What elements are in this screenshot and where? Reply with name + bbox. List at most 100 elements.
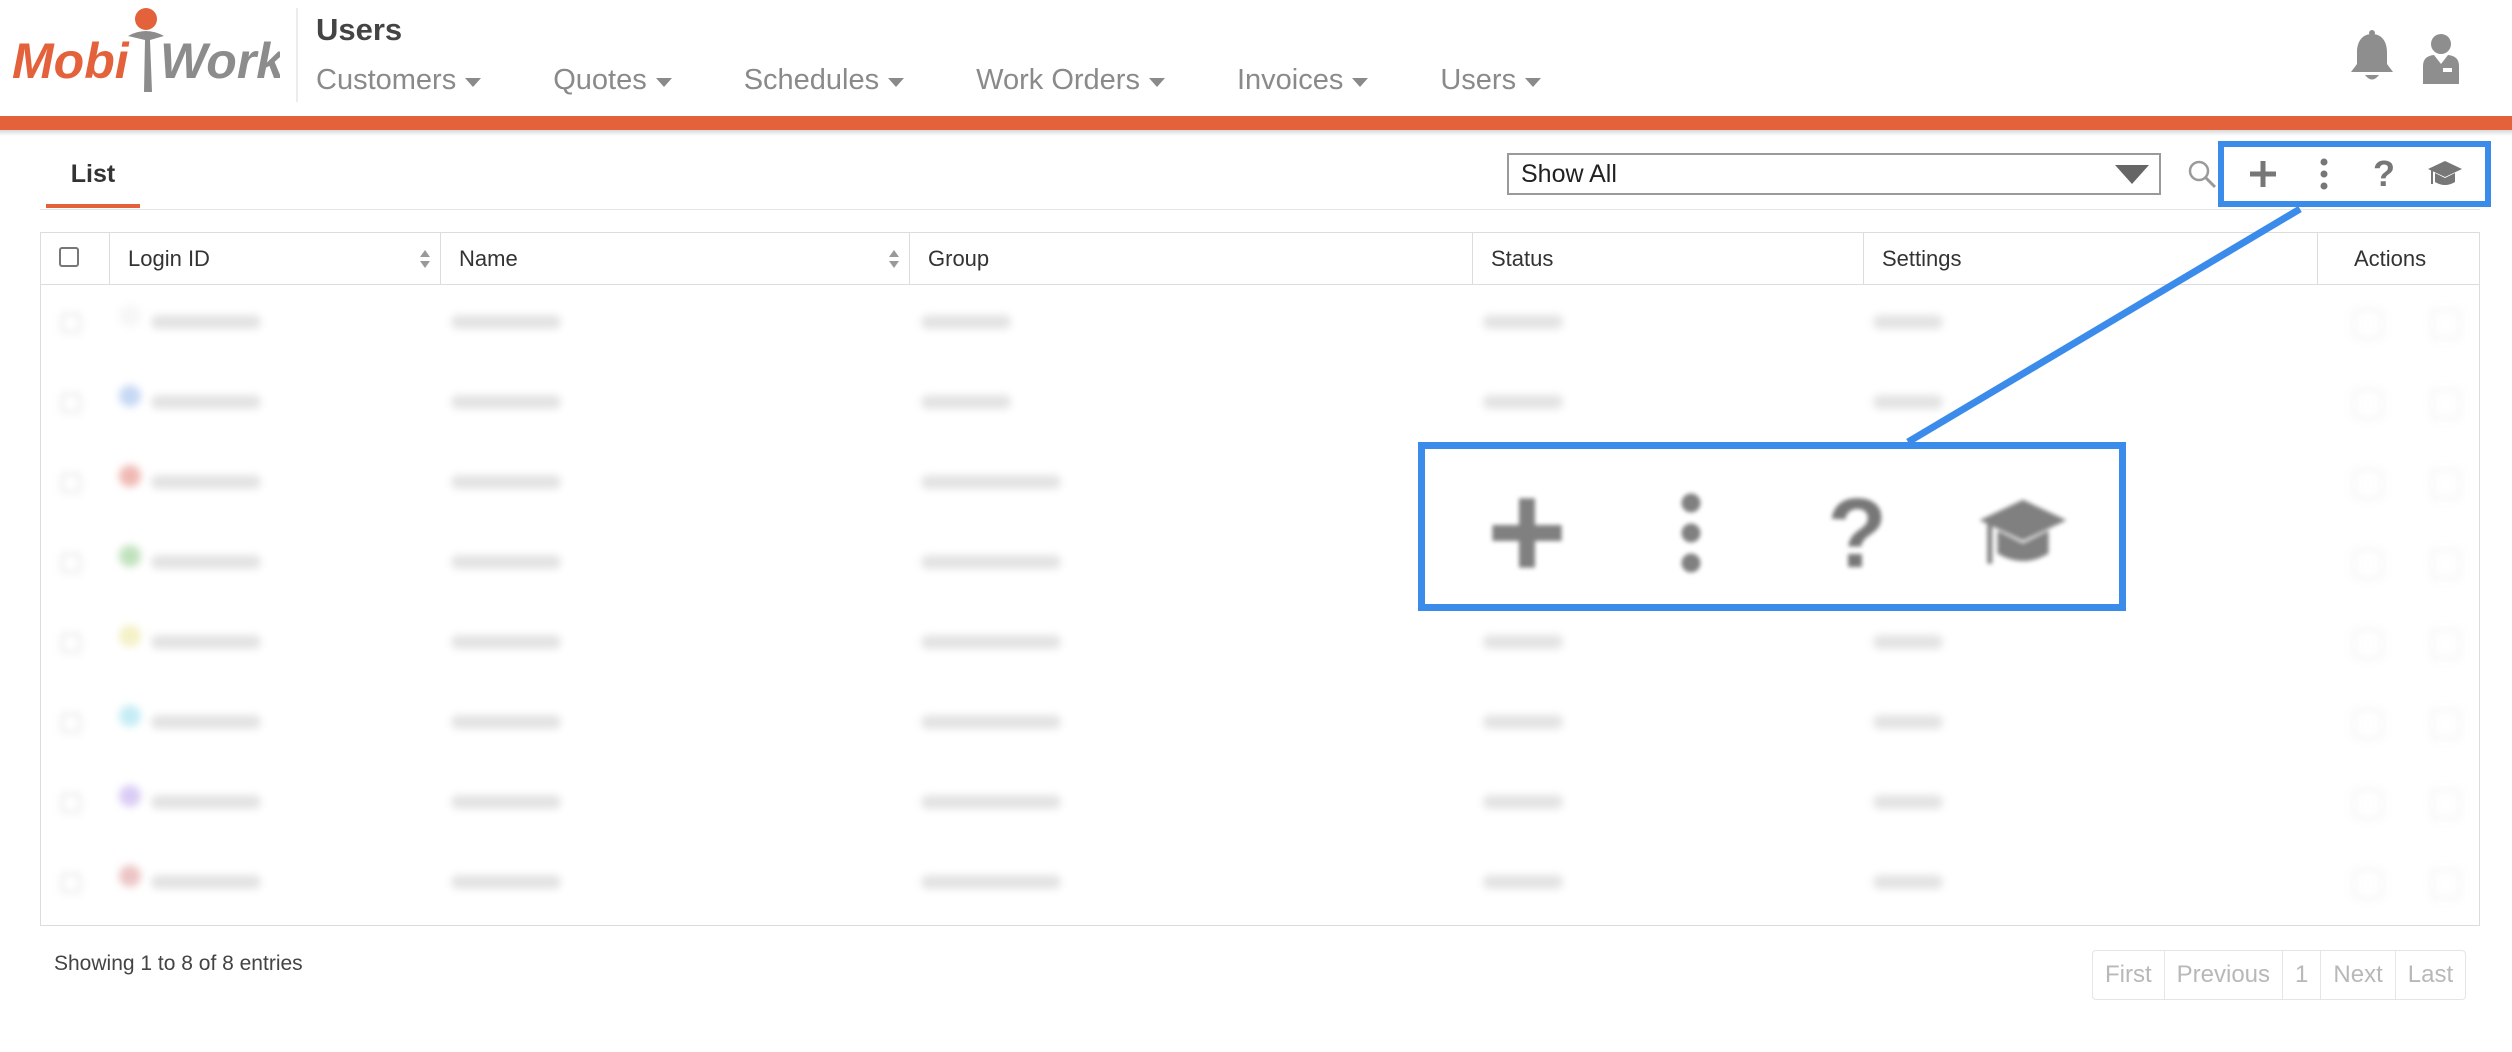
callout-help: ?	[1811, 478, 1903, 588]
settings-cell	[1873, 875, 1943, 889]
sort-icon	[889, 250, 899, 268]
filter-select[interactable]: Show All	[1507, 153, 2161, 195]
edit-action-button[interactable]	[2353, 629, 2383, 659]
row-avatar	[119, 465, 141, 487]
status-cell	[1483, 315, 1563, 329]
page-title: Users	[316, 12, 403, 47]
toolbar-highlight-box	[2218, 141, 2491, 207]
row-checkbox[interactable]	[61, 313, 81, 333]
help-icon: ?	[1827, 478, 1887, 588]
user-icon[interactable]	[2418, 32, 2464, 84]
page-first-button[interactable]: First	[2093, 951, 2165, 999]
status-cell	[1483, 715, 1563, 729]
page-number-button[interactable]: 1	[2283, 951, 2322, 999]
settings-cell	[1873, 635, 1943, 649]
logo-text-left: Mobi	[12, 33, 130, 89]
delete-action-button[interactable]	[2431, 869, 2461, 899]
toolbar-callout: ?	[1418, 442, 2126, 611]
nav-quotes[interactable]: Quotes	[553, 64, 672, 97]
edit-action-button[interactable]	[2353, 709, 2383, 739]
nav-work-orders[interactable]: Work Orders	[976, 64, 1165, 97]
edit-action-button[interactable]	[2353, 549, 2383, 579]
tab-list[interactable]: List	[46, 156, 140, 208]
delete-action-button[interactable]	[2431, 549, 2461, 579]
status-cell	[1483, 795, 1563, 809]
login-id-cell	[151, 875, 261, 889]
settings-cell	[1873, 395, 1943, 409]
table-row[interactable]	[41, 765, 2479, 845]
login-id-cell	[151, 395, 261, 409]
row-checkbox[interactable]	[61, 633, 81, 653]
caret-down-icon	[888, 78, 905, 87]
group-cell	[921, 475, 1061, 489]
table-header: Login ID Name Group Status Settings Acti…	[41, 233, 2479, 285]
logo-divider	[296, 8, 298, 102]
name-cell	[451, 795, 561, 809]
select-all-checkbox[interactable]	[59, 247, 79, 267]
row-checkbox[interactable]	[61, 873, 81, 893]
column-settings[interactable]: Settings	[1864, 233, 2318, 285]
row-checkbox[interactable]	[61, 473, 81, 493]
search-icon[interactable]	[2186, 158, 2218, 190]
delete-action-button[interactable]	[2431, 389, 2461, 419]
graduation-cap-icon	[1979, 499, 2067, 564]
table-row[interactable]	[41, 845, 2479, 925]
nav-invoices[interactable]: Invoices	[1236, 64, 1369, 97]
edit-action-button[interactable]	[2353, 869, 2383, 899]
delete-action-button[interactable]	[2431, 309, 2461, 339]
row-checkbox[interactable]	[61, 793, 81, 813]
row-avatar	[119, 865, 141, 887]
page-previous-button[interactable]: Previous	[2165, 951, 2284, 999]
row-avatar	[119, 625, 141, 647]
name-cell	[451, 715, 561, 729]
delete-action-button[interactable]	[2431, 469, 2461, 499]
top-header: Mobi Work Users Customers Quotes Schedul…	[0, 0, 2512, 116]
delete-action-button[interactable]	[2431, 709, 2461, 739]
filter-selected-value: Show All	[1521, 160, 1617, 188]
login-id-cell	[151, 715, 261, 729]
column-label: Actions	[2354, 246, 2427, 271]
column-label: Group	[928, 246, 990, 271]
delete-action-button[interactable]	[2431, 629, 2461, 659]
column-status[interactable]: Status	[1473, 233, 1864, 285]
name-cell	[451, 555, 561, 569]
page-last-button[interactable]: Last	[2396, 951, 2465, 999]
callout-plus	[1481, 487, 1573, 579]
status-cell	[1483, 635, 1563, 649]
table-row[interactable]	[41, 365, 2479, 445]
edit-action-button[interactable]	[2353, 389, 2383, 419]
page-next-button[interactable]: Next	[2321, 951, 2396, 999]
delete-action-button[interactable]	[2431, 789, 2461, 819]
name-cell	[451, 475, 561, 489]
nav-users[interactable]: Users	[1440, 64, 1542, 97]
column-name[interactable]: Name	[441, 233, 910, 285]
entries-info: Showing 1 to 8 of 8 entries	[54, 952, 303, 975]
caret-down-icon	[465, 78, 482, 87]
callout-training	[1977, 487, 2069, 579]
name-cell	[451, 315, 561, 329]
nav-label: Invoices	[1236, 64, 1344, 96]
column-group[interactable]: Group	[910, 233, 1473, 285]
table-row[interactable]	[41, 605, 2479, 685]
nav-customers[interactable]: Customers	[316, 64, 482, 97]
caret-down-icon	[1525, 78, 1542, 87]
table-row[interactable]	[41, 285, 2479, 365]
row-checkbox[interactable]	[61, 713, 81, 733]
nav-label: Users	[1440, 64, 1517, 96]
row-checkbox[interactable]	[61, 553, 81, 573]
edit-action-button[interactable]	[2353, 469, 2383, 499]
login-id-cell	[151, 795, 261, 809]
column-label: Name	[459, 246, 518, 271]
table-row[interactable]	[41, 685, 2479, 765]
row-checkbox[interactable]	[61, 393, 81, 413]
column-login-id[interactable]: Login ID	[110, 233, 441, 285]
bell-icon[interactable]	[2348, 30, 2396, 82]
login-id-cell	[151, 555, 261, 569]
sort-icon	[420, 250, 430, 268]
edit-action-button[interactable]	[2353, 789, 2383, 819]
mobiwork-logo[interactable]: Mobi Work	[10, 6, 280, 98]
name-cell	[451, 395, 561, 409]
login-id-cell	[151, 315, 261, 329]
nav-schedules[interactable]: Schedules	[744, 64, 905, 97]
edit-action-button[interactable]	[2353, 309, 2383, 339]
